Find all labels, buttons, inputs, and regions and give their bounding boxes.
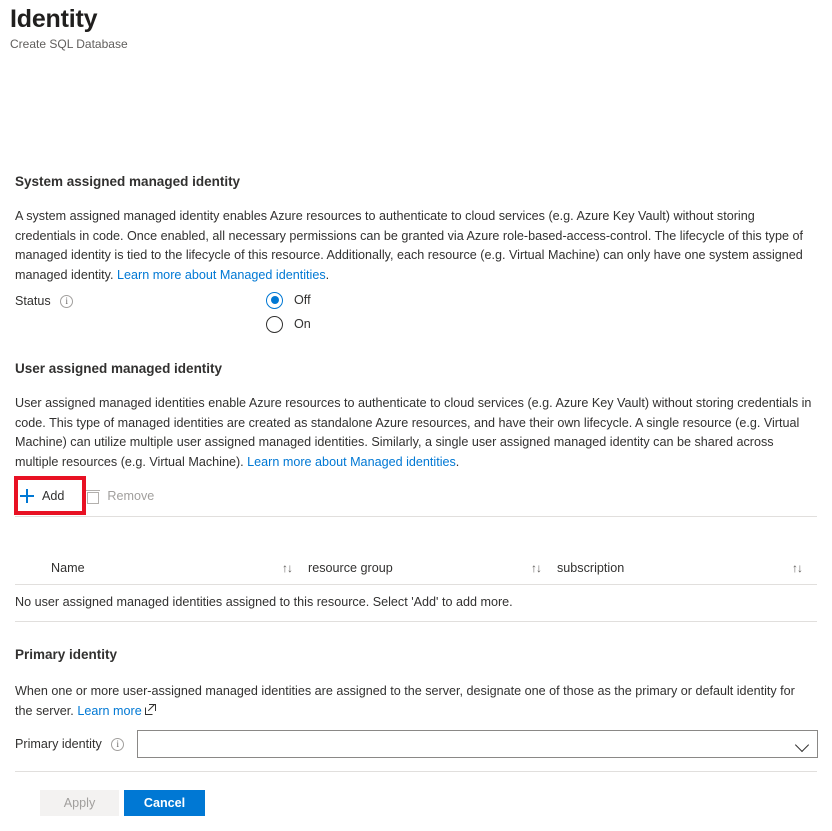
add-button-label: Add xyxy=(42,489,65,503)
table-empty-message: No user assigned managed identities assi… xyxy=(15,595,513,609)
user-assigned-description-tail: . xyxy=(455,454,460,469)
info-icon[interactable] xyxy=(111,738,125,752)
managed-identities-learn-more-link-user[interactable]: Learn more about Managed identities xyxy=(247,455,456,469)
status-label-group: Status xyxy=(15,294,74,309)
system-assigned-heading: System assigned managed identity xyxy=(15,174,241,189)
table-bottom-divider xyxy=(15,621,817,622)
column-header-resource-group[interactable]: resource group xyxy=(308,561,393,575)
status-radio-off[interactable]: Off xyxy=(266,288,311,312)
identity-command-bar: Add Remove xyxy=(15,480,164,512)
command-bar-divider xyxy=(15,516,817,517)
breadcrumb: Create SQL Database xyxy=(10,37,128,51)
system-assigned-description: A system assigned managed identity enabl… xyxy=(15,207,817,285)
status-label: Status xyxy=(15,294,51,308)
apply-button[interactable]: Apply xyxy=(40,790,119,816)
column-header-name[interactable]: Name xyxy=(51,561,85,575)
cancel-button[interactable]: Cancel xyxy=(124,790,205,816)
info-icon[interactable] xyxy=(60,295,74,309)
remove-button[interactable]: Remove xyxy=(82,481,164,511)
table-header-divider xyxy=(15,584,817,585)
external-link-icon xyxy=(144,703,156,715)
status-radio-on[interactable]: On xyxy=(266,312,311,336)
status-radio-on-label: On xyxy=(294,317,311,331)
radio-indicator-on xyxy=(266,315,283,333)
sort-icon-resource-group[interactable]: ↑↓ xyxy=(531,561,542,575)
sort-icon-subscription[interactable]: ↑↓ xyxy=(792,561,803,575)
user-assigned-heading: User assigned managed identity xyxy=(15,361,223,376)
primary-identity-heading: Primary identity xyxy=(15,647,118,662)
status-radio-off-label: Off xyxy=(294,293,311,307)
sort-icon-name[interactable]: ↑↓ xyxy=(282,561,293,575)
footer-divider xyxy=(15,771,817,772)
primary-identity-dropdown[interactable] xyxy=(137,730,818,758)
column-header-subscription[interactable]: subscription xyxy=(557,561,624,575)
system-assigned-description-tail: . xyxy=(325,267,330,282)
trash-icon xyxy=(86,489,101,504)
primary-identity-field-label-group: Primary identity xyxy=(15,737,125,752)
chevron-down-icon xyxy=(794,737,810,753)
primary-identity-learn-more-link[interactable]: Learn more xyxy=(77,704,141,718)
add-button[interactable]: Add xyxy=(15,481,74,511)
status-radio-group[interactable]: Off On xyxy=(266,288,311,336)
identities-table-header: Name ↑↓ resource group ↑↓ subscription ↑… xyxy=(15,558,817,582)
radio-indicator-off xyxy=(266,291,283,309)
primary-identity-field-label: Primary identity xyxy=(15,737,102,751)
page-title: Identity xyxy=(10,5,98,33)
user-assigned-description: User assigned managed identities enable … xyxy=(15,394,817,472)
remove-button-label: Remove xyxy=(107,489,155,503)
plus-icon xyxy=(19,488,35,504)
blade-header: Identity Create SQL Database xyxy=(10,4,128,52)
primary-identity-description: When one or more user-assigned managed i… xyxy=(15,682,805,721)
managed-identities-learn-more-link-system[interactable]: Learn more about Managed identities xyxy=(117,268,326,282)
